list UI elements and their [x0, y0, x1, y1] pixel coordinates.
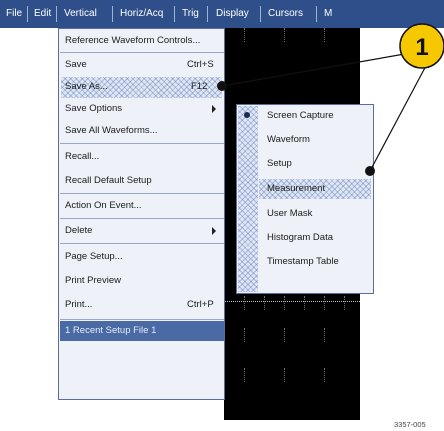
callout-number: 1 [415, 34, 428, 61]
callout-leader-line [221, 51, 417, 87]
figure-id: 3357-005 [394, 420, 426, 429]
callout-leader-line [369, 61, 429, 172]
callout-dot [217, 81, 227, 91]
callout-overlay: 1 [217, 23, 444, 176]
callout-dot [365, 166, 375, 176]
